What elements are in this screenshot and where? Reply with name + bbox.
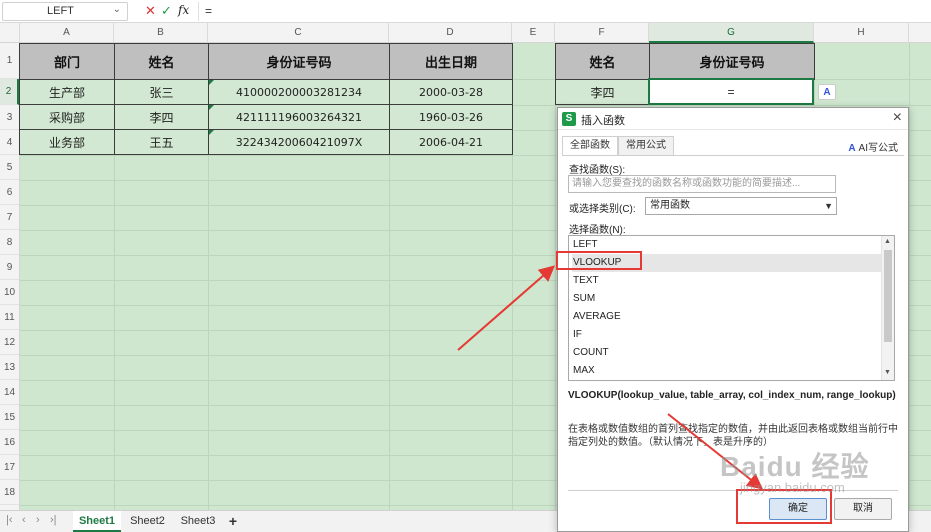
baidu-watermark: Baidu 经验 bbox=[720, 451, 870, 482]
arrow-to-vlookup bbox=[457, 265, 556, 351]
baidu-watermark-url: jingyan.baidu.com bbox=[740, 480, 845, 495]
